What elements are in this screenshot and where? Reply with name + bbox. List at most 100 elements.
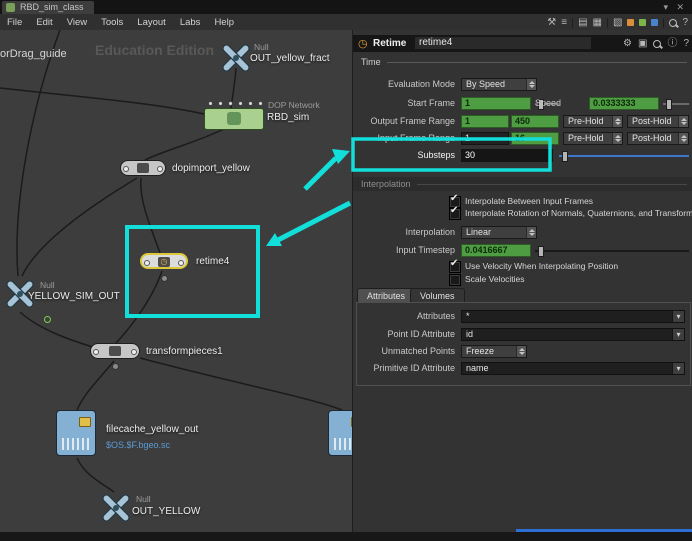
input-start-field[interactable]: 1 — [461, 132, 509, 145]
display-flag-dot[interactable] — [44, 316, 51, 323]
toolbar-divider — [572, 17, 574, 28]
evaluation-mode-label: Evaluation Mode — [387, 79, 455, 89]
evaluation-mode-combo[interactable]: By Speed — [461, 78, 537, 91]
combo-spinner-icon[interactable] — [526, 79, 536, 90]
input-end-field[interactable]: 16 — [511, 132, 559, 145]
toolbar-divider — [663, 17, 665, 28]
node-input-connectors[interactable] — [208, 101, 263, 106]
menu-labs[interactable]: Labs — [173, 17, 208, 28]
interpolation-label: Interpolation — [405, 227, 455, 237]
dopnet-icon — [227, 112, 241, 125]
info-icon[interactable]: ⓘ — [667, 36, 677, 51]
tab-caret-icon[interactable]: ▾ — [663, 0, 668, 14]
unmatched-points-combo[interactable]: Freeze — [461, 345, 527, 358]
input-timestep-slider[interactable] — [535, 244, 689, 257]
help-icon[interactable]: ? — [682, 15, 688, 30]
null-node-out-yellow[interactable] — [98, 490, 134, 526]
combo-spinner-icon[interactable] — [678, 133, 688, 144]
menu-layout[interactable]: Layout — [130, 17, 173, 28]
null-node-out-yellow-fract[interactable] — [218, 40, 254, 76]
output-prehold-combo[interactable]: Pre-Hold — [563, 115, 623, 128]
node-retime4[interactable]: ◷ — [140, 253, 188, 269]
dropdown-caret-icon[interactable]: ▾ — [672, 329, 684, 340]
gear-menu-icon[interactable]: ⚙ — [623, 36, 632, 51]
interpolation-combo[interactable]: Linear — [461, 226, 537, 239]
desktop-tab[interactable]: RBD_sim_class — [2, 1, 94, 14]
point-id-label: Point ID Attribute — [387, 329, 455, 339]
tab-volumes[interactable]: Volumes — [410, 288, 465, 302]
combo-spinner-icon[interactable] — [526, 227, 536, 238]
input-posthold-combo[interactable]: Post-Hold — [627, 132, 689, 145]
substeps-field[interactable]: 30 — [461, 149, 553, 162]
blue-swatch-icon[interactable] — [651, 19, 659, 26]
posthold-value: Post-Hold — [632, 133, 672, 143]
evaluation-mode-value: By Speed — [466, 79, 506, 89]
node-rbd-sim[interactable] — [204, 108, 264, 130]
node-name-label: retime4 — [196, 256, 230, 267]
substeps-slider[interactable] — [559, 149, 689, 162]
start-frame-label: Start Frame — [407, 98, 455, 108]
education-edition-watermark: Education Edition — [95, 42, 214, 58]
menu-file[interactable]: File — [0, 17, 29, 28]
speed-slider[interactable] — [663, 97, 689, 110]
list-icon[interactable]: ≡ — [561, 15, 567, 30]
output-posthold-combo[interactable]: Post-Hold — [627, 115, 689, 128]
node-transformpieces1[interactable] — [90, 343, 140, 359]
node-name-field[interactable]: retime4 — [415, 37, 591, 49]
node-filecache-clipped[interactable] — [328, 410, 352, 456]
layout-grid-icon[interactable]: ▤ — [578, 15, 587, 30]
combo-spinner-icon[interactable] — [678, 116, 688, 127]
scale-velocities-checkbox[interactable] — [449, 274, 461, 286]
transform-icon — [109, 346, 121, 356]
tools-icon[interactable]: ⚒ — [547, 15, 556, 30]
node-type-label: Null — [40, 280, 55, 290]
menu-tools[interactable]: Tools — [94, 17, 130, 28]
input-prehold-combo[interactable]: Pre-Hold — [563, 132, 623, 145]
node-name-label: filecache_yellow_out — [106, 424, 199, 435]
panes-icon[interactable]: ▧ — [613, 15, 622, 30]
attributes-field[interactable]: * ▾ — [461, 310, 685, 323]
network-editor[interactable]: Education Edition orDrag_guide Null OUT_… — [0, 30, 352, 532]
tab-icon — [6, 3, 15, 12]
toolbar-divider — [606, 17, 608, 28]
primitive-id-field[interactable]: name ▾ — [461, 362, 685, 375]
orange-swatch-icon[interactable] — [627, 19, 635, 26]
speed-label: Speed — [534, 98, 561, 108]
attributes-value: * — [466, 311, 470, 321]
retime-node-icon: ◷ — [358, 38, 368, 50]
tab-attributes[interactable]: Attributes — [357, 288, 416, 302]
use-velocity-checkbox[interactable]: ✔ — [449, 258, 461, 273]
node-name-label: RBD_sim — [267, 112, 310, 123]
section-interpolation: Interpolation — [361, 178, 687, 190]
menu-view[interactable]: View — [60, 17, 94, 28]
dropdown-caret-icon[interactable]: ▾ — [672, 363, 684, 374]
magnify-icon[interactable] — [653, 39, 662, 48]
folder-icon — [79, 417, 91, 427]
input-timestep-field[interactable]: 0.0416667 — [461, 244, 531, 257]
search-icon[interactable] — [669, 18, 678, 27]
output-end-field[interactable]: 450 — [511, 115, 559, 128]
menu-edit[interactable]: Edit — [29, 17, 59, 28]
tab-close-icon[interactable]: ✕ — [676, 0, 684, 14]
unmatched-points-label: Unmatched Points — [381, 346, 455, 356]
bookmark-icon[interactable]: ▣ — [638, 36, 647, 51]
playbar-progress[interactable] — [516, 529, 692, 532]
output-start-field[interactable]: 1 — [461, 115, 509, 128]
interp-rotation-checkbox[interactable]: ✔ — [449, 205, 461, 220]
node-filecache-yellow-out[interactable] — [56, 410, 96, 456]
point-id-field[interactable]: id ▾ — [461, 328, 685, 341]
speed-field[interactable]: 0.0333333 — [589, 97, 659, 110]
node-dopimport-yellow[interactable] — [120, 160, 166, 176]
help-icon[interactable]: ? — [683, 36, 689, 51]
guide-label: orDrag_guide — [0, 48, 67, 60]
dropdown-caret-icon[interactable]: ▾ — [672, 311, 684, 322]
node-badge-dot — [161, 275, 168, 282]
primitive-id-label: Primitive ID Attribute — [373, 363, 455, 373]
layout-grid2-icon[interactable]: ▦ — [593, 15, 602, 30]
combo-spinner-icon[interactable] — [516, 346, 526, 357]
green-swatch-icon[interactable] — [639, 19, 647, 26]
combo-spinner-icon[interactable] — [612, 116, 622, 127]
combo-spinner-icon[interactable] — [612, 133, 622, 144]
menu-help[interactable]: Help — [207, 17, 241, 28]
prehold-value: Pre-Hold — [568, 116, 604, 126]
